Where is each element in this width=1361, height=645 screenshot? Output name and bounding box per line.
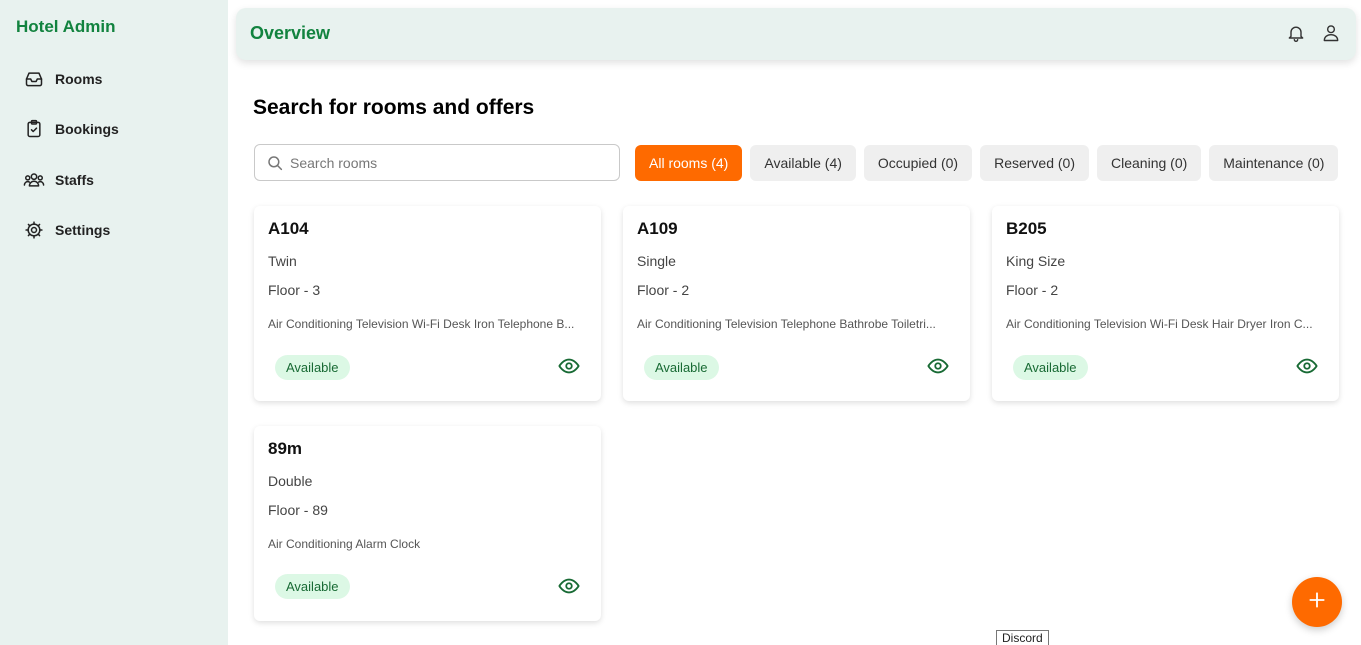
page-title: Overview [250,23,331,43]
user-icon[interactable] [1320,22,1342,44]
sidebar: Hotel Admin Rooms Bookings Staffs Settin… [0,0,228,645]
tab-maintenance[interactable]: Maintenance (0) [1209,145,1339,181]
tooltip: Discord [996,630,1049,645]
room-floor: Floor - 2 [1006,282,1059,298]
room-code: A109 [637,219,678,238]
sidebar-item-label: Staffs [55,172,94,188]
room-type: Double [268,473,313,489]
sidebar-item-rooms[interactable]: Rooms [22,66,102,92]
sidebar-item-bookings[interactable]: Bookings [22,116,119,142]
room-amenities: Air Conditioning Alarm Clock [268,537,421,551]
search-icon [266,154,284,172]
eye-icon[interactable] [557,574,581,598]
top-bar: Overview [236,8,1356,60]
status-badge: Available [1013,355,1088,380]
clipboard-check-icon [22,117,46,141]
room-amenities: Air Conditioning Television Telephone Ba… [637,317,936,331]
room-type: Single [637,253,676,269]
room-type: King Size [1006,253,1066,269]
room-floor: Floor - 89 [268,502,328,518]
bell-icon[interactable] [1285,22,1307,44]
sidebar-item-label: Bookings [55,121,119,137]
room-amenities: Air Conditioning Television Wi-Fi Desk I… [268,317,575,331]
inbox-icon [22,67,46,91]
tab-cleaning[interactable]: Cleaning (0) [1097,145,1202,181]
room-code: A104 [268,219,309,238]
room-card[interactable]: A104 Twin Floor - 3 Air Conditioning Tel… [254,206,601,401]
tab-all-rooms[interactable]: All rooms (4) [635,145,743,181]
filter-tabs: All rooms (4) Available (4) Occupied (0)… [635,145,1346,181]
plus-icon [1307,590,1327,615]
status-badge: Available [275,574,350,599]
room-floor: Floor - 3 [268,282,321,298]
room-code: B205 [1006,219,1047,238]
room-card[interactable]: A109 Single Floor - 2 Air Conditioning T… [623,206,970,401]
sidebar-item-staffs[interactable]: Staffs [22,167,94,193]
gear-icon [22,218,46,242]
room-floor: Floor - 2 [637,282,690,298]
search-box [254,144,620,181]
eye-icon[interactable] [926,354,950,378]
eye-icon[interactable] [1295,354,1319,378]
eye-icon[interactable] [557,354,581,378]
status-badge: Available [644,355,719,380]
tab-occupied[interactable]: Occupied (0) [863,145,973,181]
room-card[interactable]: B205 King Size Floor - 2 Air Conditionin… [992,206,1339,401]
search-input[interactable] [290,145,610,180]
users-icon [22,168,46,192]
sidebar-item-label: Rooms [55,71,103,87]
status-badge: Available [275,355,350,380]
sidebar-item-label: Settings [55,222,111,238]
section-heading: Search for rooms and offers [253,96,535,119]
sidebar-item-settings[interactable]: Settings [22,217,110,243]
room-card[interactable]: 89m Double Floor - 89 Air Conditioning A… [254,426,601,621]
tab-available[interactable]: Available (4) [750,145,856,181]
tab-reserved[interactable]: Reserved (0) [980,145,1089,181]
brand-title: Hotel Admin [16,17,116,36]
room-type: Twin [268,253,297,269]
room-amenities: Air Conditioning Television Wi-Fi Desk H… [1006,317,1313,331]
room-code: 89m [268,439,303,458]
add-room-button[interactable] [1292,577,1342,627]
